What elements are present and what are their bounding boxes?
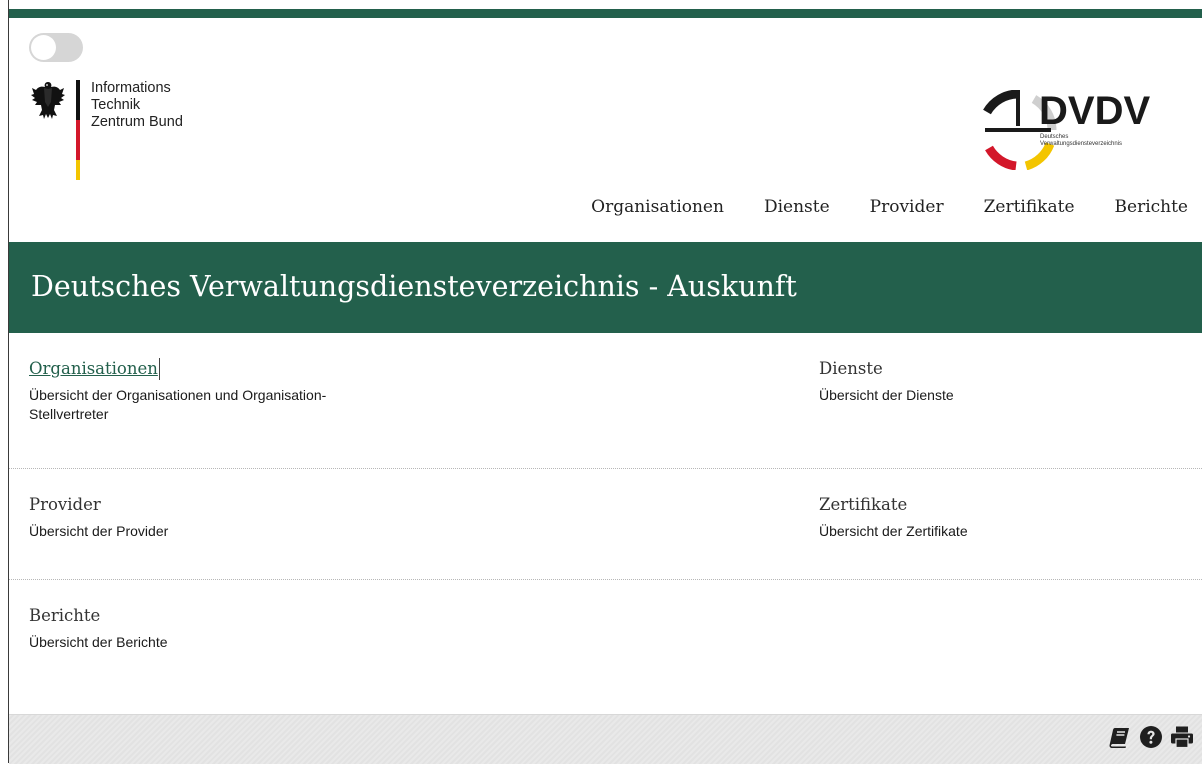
- overview-row: Provider Übersicht der Provider Zertifik…: [9, 469, 1202, 580]
- section-title-organisationen-link[interactable]: Organisationen: [29, 358, 160, 380]
- section-description: Übersicht der Provider: [29, 523, 169, 539]
- section-title-berichte[interactable]: Berichte: [29, 605, 100, 627]
- print-icon[interactable]: [1170, 725, 1194, 749]
- page-title: Deutsches Verwaltungsdiensteverzeichnis …: [31, 270, 797, 303]
- overview-row: Organisationen Übersicht der Organisatio…: [9, 333, 1202, 469]
- itzbund-logo-text: Informations Technik Zentrum Bund: [91, 80, 183, 131]
- toggle-knob: [31, 35, 56, 60]
- dvdv-logo-subtitle-line: Verwaltungsdiensteverzeichnis: [1040, 141, 1123, 147]
- section-dienste: Dienste Übersicht der Dienste: [819, 358, 1179, 405]
- section-organisationen: Organisationen Übersicht der Organisatio…: [29, 358, 429, 424]
- main-navigation: Organisationen Dienste Provider Zertifik…: [551, 197, 1188, 217]
- federal-eagle-icon: [31, 82, 65, 119]
- window-left-edge: [0, 0, 9, 763]
- overview-row: Berichte Übersicht der Berichte: [9, 580, 1202, 692]
- section-title-provider[interactable]: Provider: [29, 494, 101, 516]
- section-description: Übersicht der Berichte: [29, 634, 168, 650]
- top-accent-bar: [9, 9, 1202, 18]
- dvdv-logo-subtitle: Deutsches Verwaltungsdiensteverzeichnis: [1040, 134, 1122, 148]
- section-description: Übersicht der Dienste: [819, 387, 954, 403]
- itzbund-logo-line: Zentrum Bund: [91, 114, 183, 130]
- section-description: Übersicht der Organisationen und Organis…: [29, 387, 327, 422]
- book-icon[interactable]: [1108, 725, 1132, 749]
- itzbund-logo-line: Informations: [91, 80, 171, 96]
- section-description: Übersicht der Zertifikate: [819, 523, 968, 539]
- nav-item-zertifikate[interactable]: Zertifikate: [984, 197, 1075, 217]
- german-flag-bar: [76, 80, 80, 180]
- itzbund-logo: Informations Technik Zentrum Bund: [30, 80, 210, 180]
- nav-item-organisationen[interactable]: Organisationen: [591, 197, 724, 217]
- section-zertifikate: Zertifikate Übersicht der Zertifikate: [819, 494, 1179, 541]
- dvdv-logo-subtitle-line: Deutsches: [1040, 134, 1069, 140]
- overview-grid: Organisationen Übersicht der Organisatio…: [9, 333, 1202, 692]
- nav-item-dienste[interactable]: Dienste: [764, 197, 830, 217]
- dvdv-logo-title: DVDV: [1039, 89, 1151, 133]
- itzbund-logo-line: Technik: [91, 97, 141, 113]
- page-banner: Deutsches Verwaltungsdiensteverzeichnis …: [9, 242, 1202, 333]
- section-title-dienste[interactable]: Dienste: [819, 358, 883, 380]
- footer-bar: [9, 714, 1202, 764]
- section-berichte: Berichte Übersicht der Berichte: [29, 605, 429, 652]
- nav-item-berichte[interactable]: Berichte: [1115, 197, 1188, 217]
- section-provider: Provider Übersicht der Provider: [29, 494, 429, 541]
- toggle-switch-icon[interactable]: [29, 33, 83, 62]
- nav-item-provider[interactable]: Provider: [870, 197, 944, 217]
- section-title-zertifikate[interactable]: Zertifikate: [819, 494, 907, 516]
- footer-icons: [1108, 725, 1194, 749]
- dvdv-logo: DVDV Deutsches Verwaltungsdiensteverzeic…: [982, 90, 1184, 170]
- help-icon[interactable]: [1139, 725, 1163, 749]
